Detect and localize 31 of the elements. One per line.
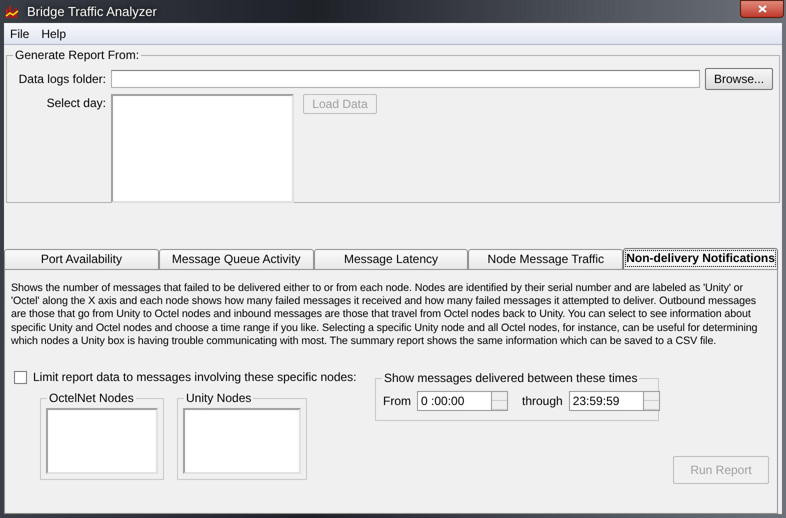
menu-item[interactable]: File xyxy=(10,26,30,40)
group-title: OctelNet Nodes xyxy=(47,391,136,406)
browse-button[interactable]: Browse... xyxy=(705,68,773,90)
time-spinner[interactable]: 23:59:59 xyxy=(568,391,643,412)
group-title: Unity Nodes xyxy=(184,391,254,406)
bar-chart-icon xyxy=(5,4,19,18)
close-button[interactable] xyxy=(740,0,784,18)
node-list[interactable] xyxy=(46,408,158,474)
field-label: From xyxy=(383,394,411,408)
spin-buttons[interactable] xyxy=(642,391,660,412)
tab[interactable]: Node Message Traffic xyxy=(468,249,624,269)
tab[interactable]: Port Availability xyxy=(4,249,159,269)
menu-item[interactable]: Help xyxy=(41,26,66,40)
tab[interactable]: Non-delivery Notifications xyxy=(623,248,778,269)
field-label: through xyxy=(522,394,563,408)
checkbox[interactable] xyxy=(14,370,27,384)
node-list[interactable] xyxy=(183,408,301,474)
tab[interactable]: Message Latency xyxy=(314,249,468,269)
field-label: Select day: xyxy=(46,95,107,110)
close-icon xyxy=(758,4,766,12)
group-title: Show messages delivered between these times xyxy=(382,371,640,386)
group-title: Generate Report From: xyxy=(13,48,142,62)
day-list[interactable] xyxy=(111,94,294,203)
description-text: Shows the number of messages that failed to be delivered either to or from each node. Nodes are identified by their serial number and are labeled as 'Unity' or 'Octel' along the X axis and each node shows how many failed messages it received and how many failed messages it attempted to deliver. Outbound messages are those that go from Unity to Octel nodes and inbound messages are those that travel from Octel nodes back to Unity. You can select to see information about specific Unity and Octel nodes and choose a time range if you like. Selecting a specific Unity node and all Octel nodes, for instance, can be useful for determining which nodes a Unity box is having trouble communicating with most. The summary report shows the same information which can be saved to a CSV file. xyxy=(11,282,758,348)
window-title: Bridge Traffic Analyzer xyxy=(27,4,158,19)
spin-buttons[interactable] xyxy=(491,391,508,412)
folder-input-field[interactable] xyxy=(111,70,700,88)
field-label: Data logs folder: xyxy=(18,72,107,86)
time-spinner[interactable]: 0 :00:00 xyxy=(417,391,491,412)
checkbox-label: Limit report data to messages involving these specific nodes: xyxy=(33,370,357,384)
tab[interactable]: Message Queue Activity xyxy=(158,249,314,269)
